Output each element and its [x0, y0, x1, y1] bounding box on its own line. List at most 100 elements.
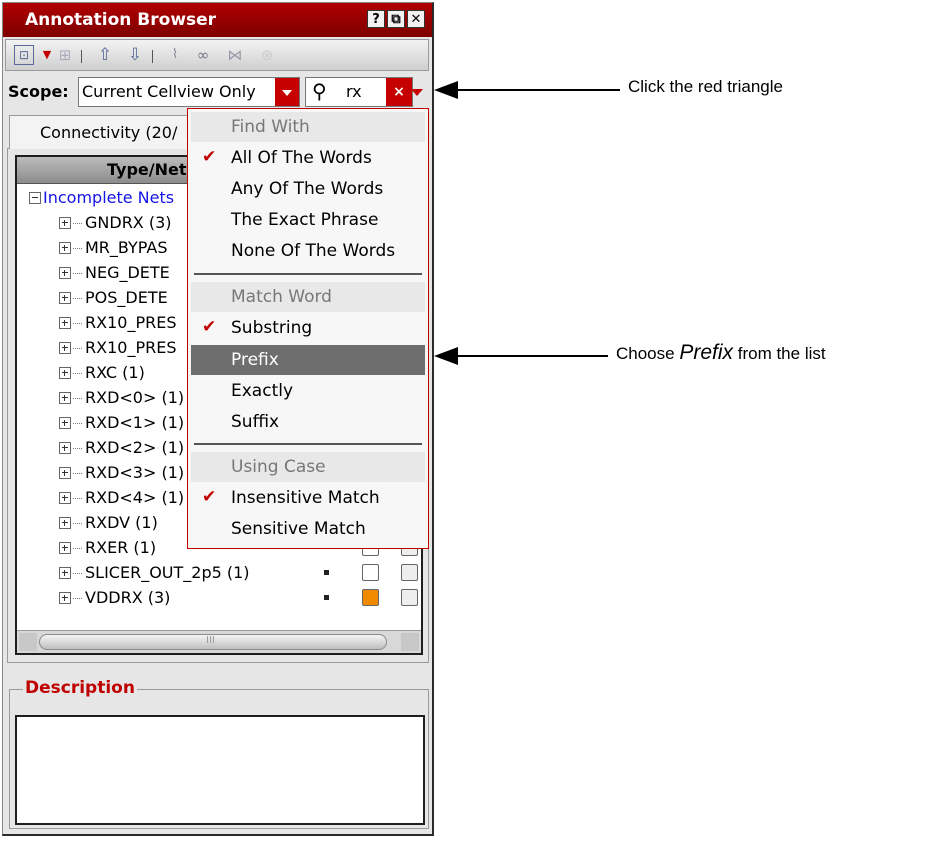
expand-icon[interactable] — [59, 417, 71, 429]
expand-icon[interactable] — [59, 367, 71, 379]
scroll-left-button[interactable] — [19, 633, 37, 651]
search-box: ⚲ × — [305, 77, 413, 107]
tree-root-label: Incomplete Nets — [43, 188, 175, 207]
expand-icon[interactable] — [59, 292, 71, 304]
visibility-checkbox[interactable] — [362, 564, 379, 581]
expand-icon[interactable] — [59, 317, 71, 329]
tree-row[interactable]: RXER (1) — [59, 538, 156, 562]
tree-row[interactable]: RXD<4> (1) — [59, 488, 184, 512]
marker-icon — [324, 595, 329, 600]
tree-row[interactable]: RXD<0> (1) — [59, 388, 184, 412]
callout-text: Choose — [616, 344, 680, 363]
menu-item-label: Exactly — [231, 381, 294, 401]
tree-row[interactable]: SLICER_OUT_2p5 (1) — [59, 563, 250, 587]
tree-row[interactable]: RX10_PRES — [59, 313, 176, 337]
probe-all-icon[interactable]: ⋈ — [224, 44, 246, 66]
expand-icon[interactable] — [59, 567, 71, 579]
tree-root[interactable]: Incomplete Nets — [29, 188, 174, 212]
help-button[interactable]: ? — [367, 10, 385, 28]
menu-item-label: Substring — [231, 318, 313, 338]
tree-row[interactable]: GNDRX (3) — [59, 213, 172, 237]
menu-section-find-with: Find With — [191, 112, 425, 142]
collapse-icon[interactable] — [29, 192, 41, 204]
net-label: RXD<3> (1) — [85, 463, 185, 482]
tree-row[interactable]: POS_DETE — [59, 288, 168, 312]
tree-row[interactable]: RXD<1> (1) — [59, 413, 184, 437]
net-label: RXER (1) — [85, 538, 157, 557]
section-title: Match Word — [231, 287, 332, 307]
menu-item-all-words[interactable]: ✔ All Of The Words — [191, 143, 425, 173]
net-label: RXD<0> (1) — [85, 388, 185, 407]
callout-click-triangle: Click the red triangle — [628, 77, 783, 96]
tree-row[interactable]: RXDV (1) — [59, 513, 158, 537]
up-arrow-icon[interactable]: ⇧ — [94, 44, 116, 66]
menu-section-match-word: Match Word — [191, 282, 425, 312]
menu-item-any-words[interactable]: Any Of The Words — [191, 174, 425, 204]
close-button[interactable]: ✕ — [407, 10, 425, 28]
probe-icon[interactable]: ∞ — [192, 44, 214, 66]
menu-section-using-case: Using Case — [191, 452, 425, 482]
menu-item-exact-phrase[interactable]: The Exact Phrase — [191, 205, 425, 235]
scope-dropdown-icon[interactable] — [275, 78, 299, 106]
expand-icon[interactable] — [59, 217, 71, 229]
search-input[interactable] — [346, 82, 384, 101]
expand-icon[interactable] — [59, 592, 71, 604]
expand-icon[interactable] — [59, 342, 71, 354]
tree-row[interactable]: RX10_PRES — [59, 338, 176, 362]
callout-choose-prefix: Choose Prefix from the list — [616, 341, 826, 365]
callout-arrow-icon — [434, 347, 458, 365]
menu-item-exactly[interactable]: Exactly — [191, 376, 425, 406]
expand-icon[interactable] — [59, 517, 71, 529]
scope-label: Scope: — [8, 82, 69, 101]
menu-item-substring[interactable]: ✔ Substring — [191, 313, 425, 343]
expand-icon[interactable] — [59, 392, 71, 404]
net-label: RXC (1) — [85, 363, 145, 382]
expand-icon[interactable] — [59, 267, 71, 279]
close-circle-icon[interactable]: ⊗ — [256, 44, 278, 66]
scrollbar-thumb[interactable]: III — [39, 634, 387, 650]
float-button[interactable]: ⧉ — [387, 10, 405, 28]
fit-icon[interactable]: ⊞ — [54, 44, 76, 66]
tree-row[interactable]: VDDRX (3) — [59, 588, 170, 612]
tree-row[interactable]: NEG_DETE — [59, 263, 170, 287]
status-checkbox[interactable] — [401, 564, 418, 581]
scroll-right-button[interactable] — [401, 633, 419, 651]
net-label: MR_BYPAS — [85, 238, 168, 257]
net-label: RX10_PRES — [85, 313, 177, 332]
net-label: VDDRX (3) — [85, 588, 171, 607]
checkmark-icon: ✔ — [202, 487, 217, 507]
menu-item-prefix[interactable]: Prefix — [191, 345, 425, 375]
visibility-checkbox[interactable] — [362, 589, 379, 606]
menu-item-sensitive[interactable]: Sensitive Match — [191, 514, 425, 544]
expand-icon[interactable] — [59, 467, 71, 479]
status-checkbox[interactable] — [401, 589, 418, 606]
menu-item-suffix[interactable]: Suffix — [191, 407, 425, 437]
scope-select[interactable]: Current Cellview Only — [78, 77, 300, 107]
horizontal-scrollbar[interactable]: III — [17, 630, 421, 653]
tree-row[interactable]: RXC (1) — [59, 363, 145, 387]
tree-row[interactable]: RXD<2> (1) — [59, 438, 184, 462]
description-text-area[interactable] — [15, 715, 425, 825]
clear-search-button[interactable]: × — [386, 78, 412, 106]
tree-header-label: Type/Net — [107, 160, 187, 179]
expand-icon[interactable] — [59, 542, 71, 554]
menu-item-label: The Exact Phrase — [231, 210, 379, 230]
title-bar[interactable]: Annotation Browser ? ⧉ ✕ — [3, 3, 432, 37]
description-label: Description — [23, 678, 137, 698]
expand-icon[interactable] — [59, 492, 71, 504]
path-icon[interactable]: ⌇ — [164, 44, 186, 66]
tree-row[interactable]: MR_BYPAS — [59, 238, 168, 262]
expand-icon[interactable] — [59, 442, 71, 454]
tab-connectivity[interactable]: Connectivity (20/ — [9, 115, 199, 149]
down-arrow-icon[interactable]: ⇩ — [124, 44, 146, 66]
window-title: Annotation Browser — [25, 10, 217, 30]
expand-icon[interactable] — [59, 242, 71, 254]
menu-item-none-words[interactable]: None Of The Words — [191, 236, 425, 266]
checkmark-icon: ✔ — [202, 317, 217, 337]
menu-item-insensitive[interactable]: ✔ Insensitive Match — [191, 483, 425, 513]
select-icon[interactable]: ⊡ — [14, 45, 34, 65]
search-options-triangle-icon[interactable] — [411, 89, 423, 96]
callout-text: from the list — [733, 344, 826, 363]
tree-row[interactable]: RXD<3> (1) — [59, 463, 184, 487]
callout-emphasis: Prefix — [679, 341, 734, 364]
